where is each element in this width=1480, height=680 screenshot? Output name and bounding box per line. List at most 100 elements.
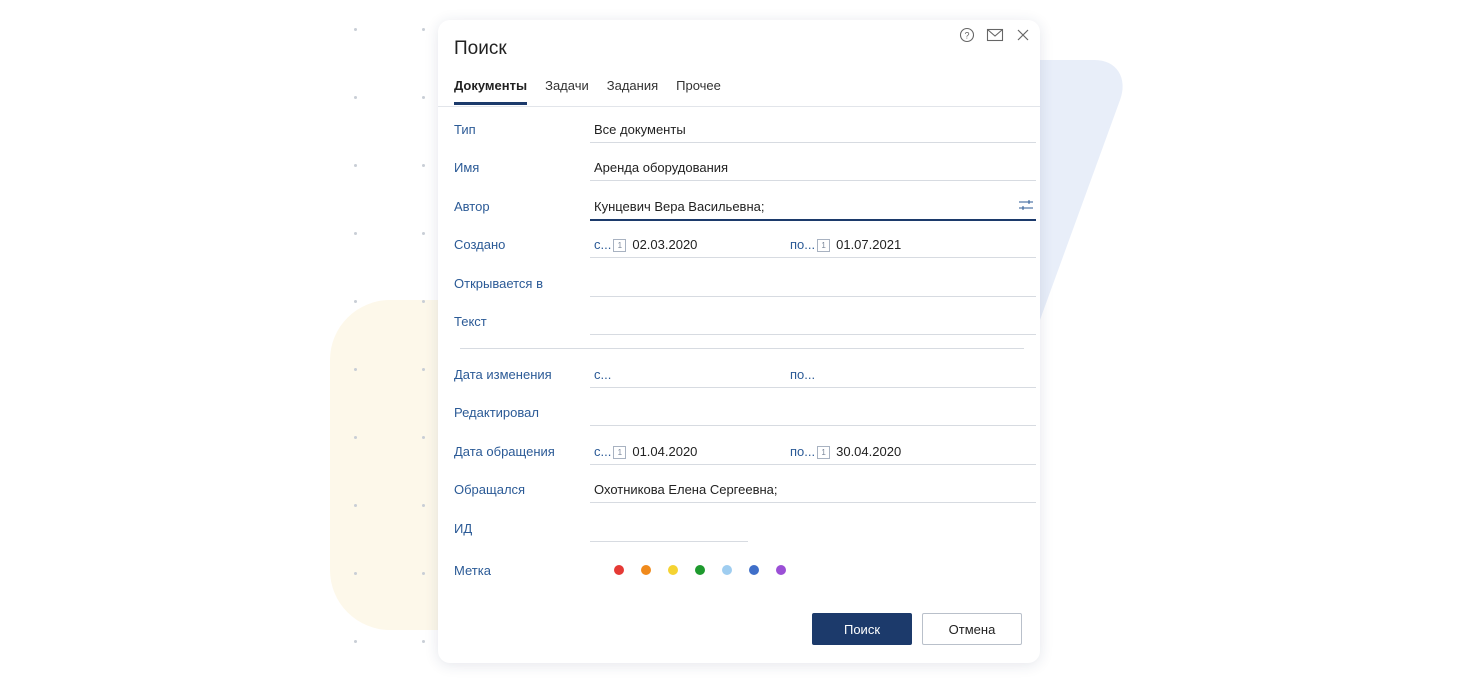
field-row-modified: Дата изменения с... по... [454, 367, 1036, 397]
background-dot [354, 96, 357, 99]
background-dot [354, 436, 357, 439]
background-dot [422, 300, 425, 303]
background-dot [422, 368, 425, 371]
accessed-label: Дата обращения [454, 444, 555, 459]
calendar-icon[interactable]: 1 [613, 238, 627, 252]
background-dot [354, 572, 357, 575]
background-dot [354, 368, 357, 371]
tab-divider [438, 106, 1040, 107]
created-to[interactable]: по... 1 01.07.2021 [790, 235, 901, 255]
id-field[interactable] [590, 519, 748, 542]
name-label: Имя [454, 160, 480, 175]
background-dot [354, 164, 357, 167]
created-from-value: 02.03.2020 [632, 237, 698, 252]
dialog-title: Поиск [454, 38, 507, 59]
field-row-edited-by: Редактировал [454, 405, 1036, 435]
help-icon[interactable]: ? [958, 26, 976, 44]
tag-color-dot[interactable] [614, 565, 624, 575]
created-to-value: 01.07.2021 [836, 237, 902, 252]
tab-tasks[interactable]: Задачи [545, 78, 589, 105]
author-value: Кунцевич Вера Васильевна; [594, 199, 765, 214]
background-dot [354, 300, 357, 303]
field-row-accessed: Дата обращения с... 1 01.04.2020 по... 1… [454, 444, 1036, 474]
author-label: Автор [454, 199, 490, 214]
accessed-from[interactable]: с... 1 01.04.2020 [594, 442, 697, 462]
background-dot [354, 504, 357, 507]
field-row-text: Текст [454, 314, 1036, 344]
background-dot [422, 572, 425, 575]
modified-date-range: с... по... [590, 365, 1036, 388]
background-dot [422, 232, 425, 235]
tag-color-dot[interactable] [776, 565, 786, 575]
field-row-opens-in: Открывается в [454, 276, 1036, 306]
created-label: Создано [454, 237, 506, 252]
modified-label: Дата изменения [454, 367, 552, 382]
section-divider [460, 348, 1024, 349]
accessed-to-value: 30.04.2020 [836, 444, 902, 459]
tab-other[interactable]: Прочее [676, 78, 721, 105]
opens-in-label: Открывается в [454, 276, 543, 291]
id-label: ИД [454, 521, 473, 536]
name-value: Аренда оборудования [594, 160, 729, 175]
accessed-date-range: с... 1 01.04.2020 по... 1 30.04.2020 [590, 442, 1036, 465]
text-field[interactable] [590, 312, 1036, 335]
background-dot [354, 640, 357, 643]
mail-icon[interactable] [986, 26, 1004, 44]
background-dot [422, 28, 425, 31]
calendar-icon[interactable]: 1 [817, 445, 831, 459]
tag-color-dot[interactable] [722, 565, 732, 575]
field-row-name: Имя Аренда оборудования [454, 160, 1036, 190]
accessed-by-value: Охотникова Елена Сергеевна; [594, 482, 778, 497]
modified-to[interactable]: по... [790, 365, 815, 385]
opens-in-field[interactable] [590, 274, 1036, 297]
field-row-tag: Метка [454, 563, 1036, 593]
type-field[interactable]: Все документы [590, 120, 1036, 143]
edited-by-label: Редактировал [454, 405, 539, 420]
tag-color-dot[interactable] [695, 565, 705, 575]
field-row-created: Создано с... 1 02.03.2020 по... 1 01.07.… [454, 237, 1036, 267]
created-from[interactable]: с... 1 02.03.2020 [594, 235, 697, 255]
background-dot [354, 232, 357, 235]
tag-color-dot[interactable] [749, 565, 759, 575]
text-label: Текст [454, 314, 487, 329]
accessed-to-prefix: по... [790, 444, 816, 459]
tab-assignments[interactable]: Задания [607, 78, 658, 105]
name-field[interactable]: Аренда оборудования [590, 158, 1036, 181]
background-dot [422, 640, 425, 643]
dialog-header-icons: ? [958, 26, 1032, 44]
type-label: Тип [454, 122, 476, 137]
background-dot-grid [350, 22, 440, 652]
search-button[interactable]: Поиск [812, 613, 912, 645]
tab-bar: Документы Задачи Задания Прочее [454, 78, 739, 105]
field-row-author: Автор Кунцевич Вера Васильевна; [454, 199, 1036, 229]
accessed-by-label: Обращался [454, 482, 526, 497]
close-icon[interactable] [1014, 26, 1032, 44]
calendar-icon[interactable]: 1 [817, 238, 831, 252]
tag-color-picker [614, 563, 786, 577]
field-row-id: ИД [454, 521, 1036, 551]
background-dot [422, 96, 425, 99]
accessed-from-prefix: с... [594, 444, 612, 459]
edited-by-field[interactable] [590, 403, 1036, 426]
background-dot [422, 436, 425, 439]
accessed-by-field[interactable]: Охотникова Елена Сергеевна; [590, 480, 1036, 503]
background-dot [354, 28, 357, 31]
cancel-button[interactable]: Отмена [922, 613, 1022, 645]
tag-color-dot[interactable] [668, 565, 678, 575]
filter-settings-icon[interactable] [1018, 198, 1034, 218]
calendar-icon[interactable]: 1 [613, 445, 627, 459]
modified-to-prefix: по... [790, 367, 816, 382]
created-from-prefix: с... [594, 237, 612, 252]
created-to-prefix: по... [790, 237, 816, 252]
tab-documents[interactable]: Документы [454, 78, 528, 105]
modified-from[interactable]: с... [594, 365, 611, 385]
author-field[interactable]: Кунцевич Вера Васильевна; [590, 197, 1036, 221]
svg-text:?: ? [964, 31, 969, 41]
tag-color-dot[interactable] [641, 565, 651, 575]
tag-label: Метка [454, 563, 491, 578]
accessed-to[interactable]: по... 1 30.04.2020 [790, 442, 901, 462]
background-dot [422, 504, 425, 507]
field-row-type: Тип Все документы [454, 122, 1036, 152]
accessed-from-value: 01.04.2020 [632, 444, 698, 459]
type-value: Все документы [594, 122, 686, 137]
